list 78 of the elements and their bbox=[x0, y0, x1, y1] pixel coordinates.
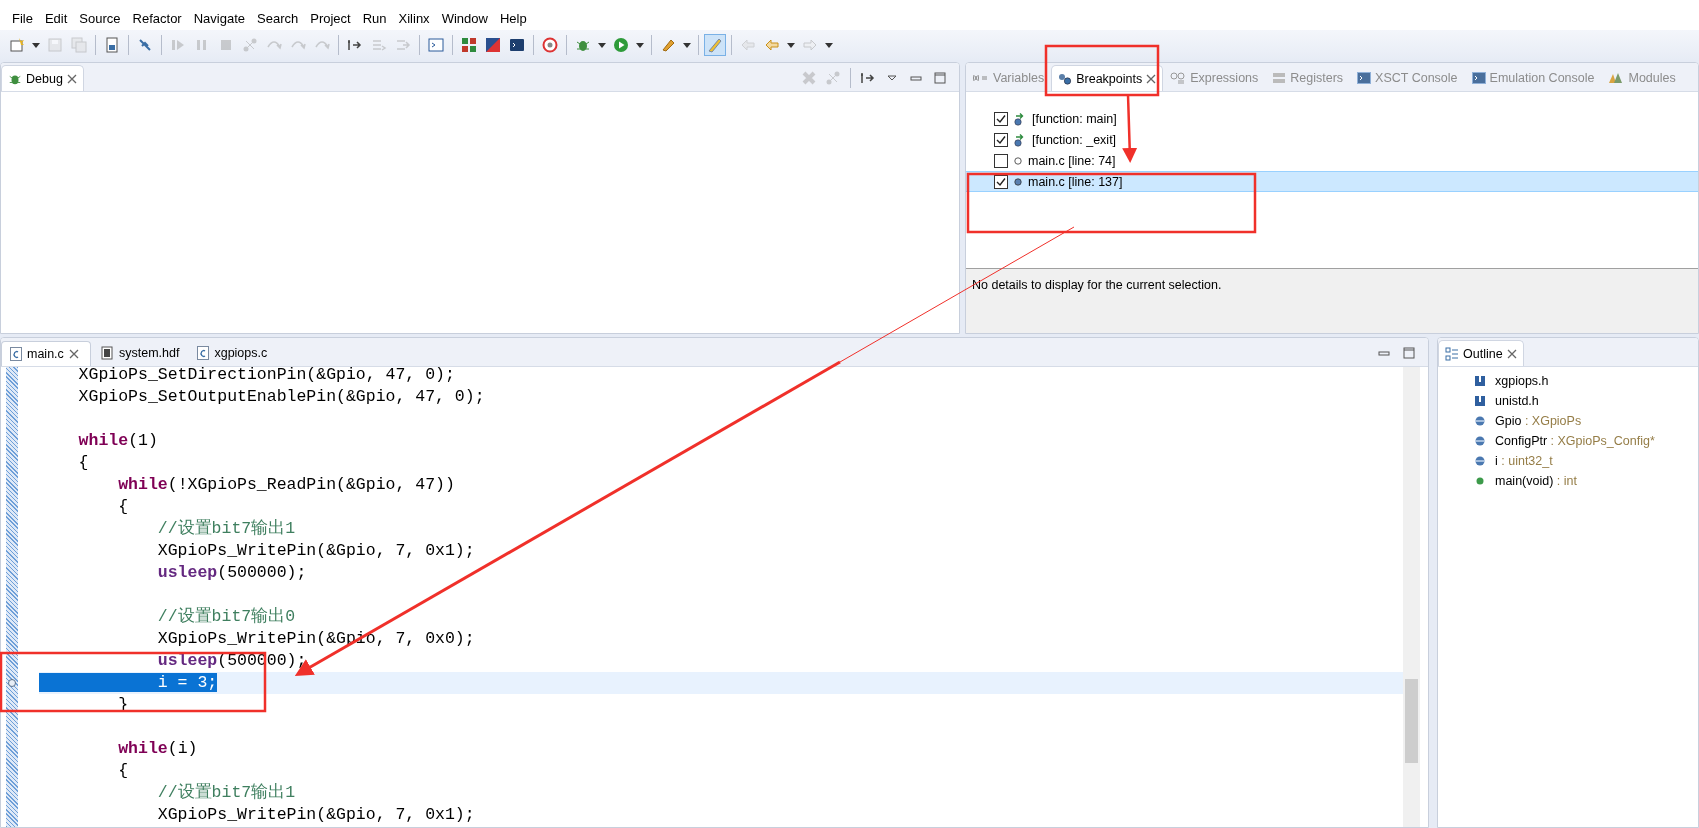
breakpoint-label: main.c [line: 137] bbox=[1028, 174, 1123, 189]
include-icon bbox=[1475, 396, 1485, 406]
function-breakpoint-icon bbox=[1014, 132, 1026, 147]
modules-icon bbox=[1608, 71, 1625, 84]
include-icon bbox=[1475, 376, 1485, 386]
breakpoint-row[interactable]: [function: main] bbox=[966, 108, 1698, 129]
code-line: while(1) bbox=[77, 430, 159, 452]
field-icon bbox=[1475, 416, 1485, 426]
breakpoint-label: [function: _exit] bbox=[1032, 132, 1117, 147]
breakpoint-icon bbox=[1014, 177, 1022, 186]
code-line: { bbox=[77, 452, 90, 474]
checkbox[interactable] bbox=[994, 132, 1008, 147]
breakpoints-icon bbox=[1058, 72, 1073, 85]
code-line: //设置bit7输出1 bbox=[156, 782, 297, 804]
field-icon bbox=[1475, 456, 1485, 466]
editor-tab[interactable]: system.hdf bbox=[91, 340, 189, 366]
breakpoint-row[interactable]: main.c [line: 137] bbox=[966, 171, 1698, 192]
code-line: XGpioPs_WritePin(&Gpio, 7, 0x1); bbox=[156, 804, 476, 826]
breakpoint-marker-icon[interactable] bbox=[8, 679, 16, 687]
menu-item[interactable]: Source bbox=[73, 10, 127, 26]
view-tab[interactable]: Breakpoints bbox=[1051, 65, 1164, 91]
annotation-arrow bbox=[1122, 94, 1138, 163]
editor-tab[interactable]: xgpiops.c bbox=[188, 340, 279, 366]
console-icon bbox=[1471, 71, 1486, 84]
menu-item[interactable]: Search bbox=[251, 10, 305, 26]
menu-item[interactable]: Xilinx bbox=[392, 10, 436, 26]
code-line: while(i) bbox=[117, 738, 199, 760]
menu-item[interactable]: Help bbox=[493, 10, 533, 26]
outline-icon bbox=[1445, 346, 1459, 361]
field-icon bbox=[1475, 436, 1485, 446]
menu-item[interactable]: Navigate bbox=[187, 10, 251, 26]
editor-tab[interactable]: main.c bbox=[1, 341, 91, 366]
outline-item[interactable]: i : uint32_t bbox=[1438, 451, 1698, 471]
outline-item[interactable]: xgpiops.h bbox=[1438, 371, 1698, 391]
debug-tab[interactable]: Debug bbox=[1, 65, 84, 91]
expressions-icon bbox=[1170, 71, 1187, 84]
code-line: XGpioPs_WritePin(&Gpio, 7, 0x1); bbox=[156, 540, 476, 562]
checkbox[interactable] bbox=[994, 111, 1008, 126]
scroll-thumb[interactable] bbox=[1405, 679, 1418, 763]
outline-item[interactable]: ConfigPtr : XGpioPs_Config* bbox=[1438, 431, 1698, 451]
highlighter-icon[interactable] bbox=[704, 34, 726, 56]
outline-item[interactable]: unistd.h bbox=[1438, 391, 1698, 411]
c-file-icon bbox=[10, 347, 22, 361]
code-line: //设置bit7输出1 bbox=[156, 518, 297, 540]
menu-item[interactable]: File bbox=[6, 10, 39, 26]
checkbox[interactable] bbox=[994, 153, 1008, 168]
details-text: No details to display for the current selection. bbox=[972, 278, 1222, 292]
function-breakpoint-icon bbox=[1014, 111, 1026, 126]
outline-tab[interactable]: Outline bbox=[1438, 340, 1524, 366]
menu-item[interactable]: Project bbox=[304, 10, 357, 26]
code-line: while(!XGpioPs_ReadPin(&Gpio, 47)) bbox=[117, 474, 456, 496]
menu-item[interactable]: Run bbox=[356, 10, 393, 26]
close-icon[interactable] bbox=[68, 349, 79, 359]
code-line: usleep(500000); bbox=[156, 562, 308, 584]
code-line: XGpioPs_SetOutputEnablePin(&Gpio, 47, 0); bbox=[77, 386, 486, 408]
close-icon[interactable] bbox=[66, 73, 77, 84]
hardware-file-icon bbox=[100, 346, 114, 360]
function-icon bbox=[1475, 476, 1485, 486]
code-line: { bbox=[117, 760, 130, 782]
breakpoint-label: main.c [line: 74] bbox=[1028, 153, 1116, 168]
registers-icon bbox=[1272, 71, 1287, 84]
breakpoint-label: [function: main] bbox=[1032, 111, 1117, 126]
menu-item[interactable]: Window bbox=[435, 10, 494, 26]
breakpoint-row[interactable]: main.c [line: 74] bbox=[966, 150, 1698, 171]
code-line: XGpioPs_SetDirectionPin(&Gpio, 47, 0); bbox=[77, 367, 456, 386]
code-line: { bbox=[117, 496, 130, 518]
breakpoint-row[interactable]: [function: _exit] bbox=[966, 129, 1698, 150]
menu-item[interactable]: Refactor bbox=[126, 10, 188, 26]
code-line: //设置bit7输出0 bbox=[156, 606, 297, 628]
outline-item[interactable]: main(void) : int bbox=[1438, 471, 1698, 491]
console-icon bbox=[1357, 71, 1372, 84]
breakpoint-icon bbox=[1014, 156, 1022, 165]
close-icon[interactable] bbox=[1146, 73, 1157, 84]
close-icon[interactable] bbox=[1506, 348, 1517, 359]
scrollbar[interactable] bbox=[1403, 367, 1420, 827]
menu-item[interactable]: Edit bbox=[38, 10, 74, 26]
c-file-icon bbox=[197, 346, 210, 360]
outline-item[interactable]: Gpio : XGpioPs bbox=[1438, 411, 1698, 431]
